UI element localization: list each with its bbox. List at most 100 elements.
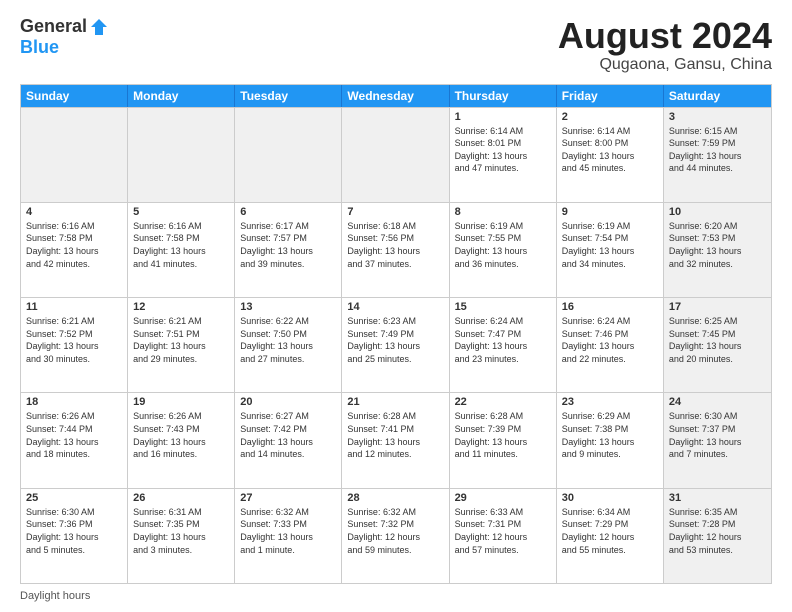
header-day-monday: Monday <box>128 85 235 107</box>
day-number: 28 <box>347 492 443 504</box>
calendar-cell-9: 9Sunrise: 6:19 AMSunset: 7:54 PMDaylight… <box>557 203 664 297</box>
calendar-cell-8: 8 Sunrise: 6:19 AMSunset: 7:55 PMDaylight… <box>450 203 557 297</box>
day-number: 27 <box>240 492 336 504</box>
calendar-cell-27: 27 Sunrise: 6:32 AMSunset: 7:33 PMDayligh… <box>235 489 342 583</box>
calendar-cell-7: 7 Sunrise: 6:18 AMSunset: 7:56 PMDaylight… <box>342 203 449 297</box>
day-number: 21 <box>347 396 443 408</box>
day-info: Sunrise: 6:32 AMSunset: 7:33 PMDaylight:… <box>240 506 336 556</box>
calendar-cell-18: 18Sunrise: 6:26 AMSunset: 7:44 PMDayligh… <box>21 393 128 487</box>
calendar-cell-19: 19Sunrise: 6:26 AMSunset: 7:43 PMDayligh… <box>128 393 235 487</box>
month-title: August 2024 <box>558 16 772 56</box>
calendar-header: SundayMondayTuesdayWednesdayThursdayFrid… <box>21 85 771 107</box>
calendar-cell-1: 1 Sunrise: 6:14 AMSunset: 8:01 PMDaylight… <box>450 108 557 202</box>
calendar-cell-15: 15 Sunrise: 6:24 AMSunset: 7:47 PMDayligh… <box>450 298 557 392</box>
calendar-cell-4: 4Sunrise: 6:16 AMSunset: 7:58 PMDaylight… <box>21 203 128 297</box>
day-number: 7 <box>347 206 443 218</box>
header-day-friday: Friday <box>557 85 664 107</box>
day-number: 23 <box>562 396 658 408</box>
calendar-cell-6: 6 Sunrise: 6:17 AMSunset: 7:57 PMDaylight… <box>235 203 342 297</box>
calendar-cell-30: 30Sunrise: 6:34 AMSunset: 7:29 PMDayligh… <box>557 489 664 583</box>
day-info: Sunrise: 6:35 AMSunset: 7:28 PMDaylight:… <box>669 506 766 556</box>
calendar-row-1: 1 Sunrise: 6:14 AMSunset: 8:01 PMDaylight… <box>21 107 771 202</box>
calendar-cell-2: 2Sunrise: 6:14 AMSunset: 8:00 PMDaylight… <box>557 108 664 202</box>
calendar-cell-22: 22Sunrise: 6:28 AMSunset: 7:39 PMDayligh… <box>450 393 557 487</box>
day-info: Sunrise: 6:19 AMSunset: 7:55 PMDaylight:… <box>455 220 551 270</box>
day-info: Sunrise: 6:21 AMSunset: 7:51 PMDaylight:… <box>133 315 229 365</box>
header-day-sunday: Sunday <box>21 85 128 107</box>
day-info: Sunrise: 6:15 AMSunset: 7:59 PMDaylight:… <box>669 125 766 175</box>
day-number: 10 <box>669 206 766 218</box>
day-number: 2 <box>562 111 658 123</box>
day-info: Sunrise: 6:28 AMSunset: 7:41 PMDaylight:… <box>347 410 443 460</box>
day-number: 16 <box>562 301 658 313</box>
logo-icon <box>89 17 109 37</box>
calendar-row-4: 18Sunrise: 6:26 AMSunset: 7:44 PMDayligh… <box>21 392 771 487</box>
calendar-cell-11: 11Sunrise: 6:21 AMSunset: 7:52 PMDayligh… <box>21 298 128 392</box>
calendar-row-2: 4Sunrise: 6:16 AMSunset: 7:58 PMDaylight… <box>21 202 771 297</box>
calendar-cell-23: 23Sunrise: 6:29 AMSunset: 7:38 PMDayligh… <box>557 393 664 487</box>
day-number: 25 <box>26 492 122 504</box>
calendar-body: 1 Sunrise: 6:14 AMSunset: 8:01 PMDaylight… <box>21 107 771 583</box>
calendar-cell-3: 3 Sunrise: 6:15 AMSunset: 7:59 PMDaylight… <box>664 108 771 202</box>
day-number: 8 <box>455 206 551 218</box>
day-info: Sunrise: 6:20 AMSunset: 7:53 PMDaylight:… <box>669 220 766 270</box>
day-number: 20 <box>240 396 336 408</box>
day-number: 12 <box>133 301 229 313</box>
day-number: 30 <box>562 492 658 504</box>
day-number: 11 <box>26 301 122 313</box>
calendar-cell-25: 25 Sunrise: 6:30 AMSunset: 7:36 PMDayligh… <box>21 489 128 583</box>
calendar-cell-13: 13Sunrise: 6:22 AMSunset: 7:50 PMDayligh… <box>235 298 342 392</box>
calendar-cell-17: 17Sunrise: 6:25 AMSunset: 7:45 PMDayligh… <box>664 298 771 392</box>
day-info: Sunrise: 6:33 AMSunset: 7:31 PMDaylight:… <box>455 506 551 556</box>
calendar-row-3: 11Sunrise: 6:21 AMSunset: 7:52 PMDayligh… <box>21 297 771 392</box>
day-number: 18 <box>26 396 122 408</box>
day-info: Sunrise: 6:31 AMSunset: 7:35 PMDaylight:… <box>133 506 229 556</box>
day-info: Sunrise: 6:14 AMSunset: 8:01 PMDaylight:… <box>455 125 551 175</box>
calendar-cell-31: 31 Sunrise: 6:35 AMSunset: 7:28 PMDayligh… <box>664 489 771 583</box>
day-info: Sunrise: 6:30 AMSunset: 7:36 PMDaylight:… <box>26 506 122 556</box>
day-number: 3 <box>669 111 766 123</box>
day-number: 1 <box>455 111 551 123</box>
calendar-cell-20: 20 Sunrise: 6:27 AMSunset: 7:42 PMDayligh… <box>235 393 342 487</box>
day-number: 6 <box>240 206 336 218</box>
day-number: 31 <box>669 492 766 504</box>
calendar-row-5: 25 Sunrise: 6:30 AMSunset: 7:36 PMDayligh… <box>21 488 771 583</box>
header-day-wednesday: Wednesday <box>342 85 449 107</box>
calendar-cell-empty-3 <box>342 108 449 202</box>
header: General Blue August 2024 Qugaona, Gansu,… <box>20 16 772 74</box>
day-number: 22 <box>455 396 551 408</box>
day-info: Sunrise: 6:17 AMSunset: 7:57 PMDaylight:… <box>240 220 336 270</box>
day-number: 19 <box>133 396 229 408</box>
page: General Blue August 2024 Qugaona, Gansu,… <box>0 0 792 612</box>
calendar-cell-10: 10 Sunrise: 6:20 AMSunset: 7:53 PMDayligh… <box>664 203 771 297</box>
header-day-saturday: Saturday <box>664 85 771 107</box>
day-info: Sunrise: 6:24 AMSunset: 7:46 PMDaylight:… <box>562 315 658 365</box>
day-number: 5 <box>133 206 229 218</box>
day-number: 26 <box>133 492 229 504</box>
logo: General Blue <box>20 16 109 58</box>
calendar-cell-empty-0 <box>21 108 128 202</box>
header-day-tuesday: Tuesday <box>235 85 342 107</box>
footer: Daylight hours <box>20 590 772 602</box>
day-number: 9 <box>562 206 658 218</box>
day-info: Sunrise: 6:25 AMSunset: 7:45 PMDaylight:… <box>669 315 766 365</box>
calendar-cell-empty-1 <box>128 108 235 202</box>
day-number: 15 <box>455 301 551 313</box>
calendar-cell-empty-2 <box>235 108 342 202</box>
logo-general-text: General <box>20 16 87 37</box>
calendar: SundayMondayTuesdayWednesdayThursdayFrid… <box>20 84 772 584</box>
day-info: Sunrise: 6:32 AMSunset: 7:32 PMDaylight:… <box>347 506 443 556</box>
day-info: Sunrise: 6:22 AMSunset: 7:50 PMDaylight:… <box>240 315 336 365</box>
day-info: Sunrise: 6:16 AMSunset: 7:58 PMDaylight:… <box>133 220 229 270</box>
day-info: Sunrise: 6:18 AMSunset: 7:56 PMDaylight:… <box>347 220 443 270</box>
day-info: Sunrise: 6:27 AMSunset: 7:42 PMDaylight:… <box>240 410 336 460</box>
day-info: Sunrise: 6:30 AMSunset: 7:37 PMDaylight:… <box>669 410 766 460</box>
header-day-thursday: Thursday <box>450 85 557 107</box>
day-number: 24 <box>669 396 766 408</box>
calendar-cell-14: 14Sunrise: 6:23 AMSunset: 7:49 PMDayligh… <box>342 298 449 392</box>
calendar-cell-24: 24 Sunrise: 6:30 AMSunset: 7:37 PMDayligh… <box>664 393 771 487</box>
location: Qugaona, Gansu, China <box>558 56 772 74</box>
day-info: Sunrise: 6:24 AMSunset: 7:47 PMDaylight:… <box>455 315 551 365</box>
logo-blue-text: Blue <box>20 37 59 58</box>
day-number: 14 <box>347 301 443 313</box>
